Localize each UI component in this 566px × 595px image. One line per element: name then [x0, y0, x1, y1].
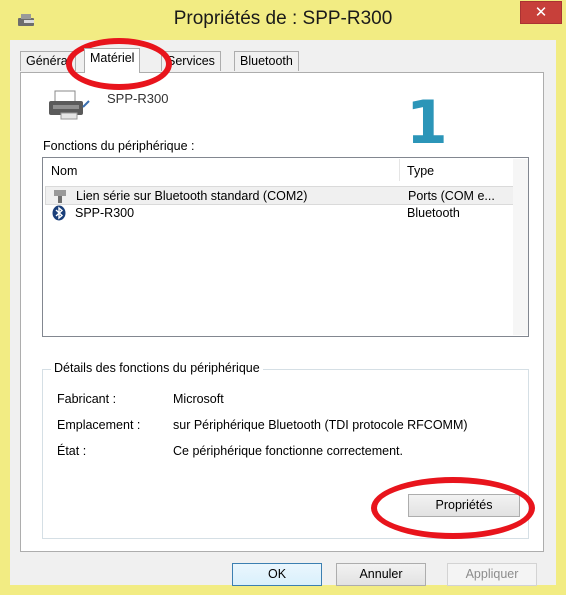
hardware-panel: SPP-R300 1 Fonctions du périphérique : N… — [20, 72, 544, 552]
list-scrollbar[interactable] — [513, 159, 528, 335]
column-header-name[interactable]: Nom — [51, 164, 77, 178]
step-number-annotation: 1 — [406, 88, 448, 158]
status-value: Ce périphérique fonctionne correctement. — [173, 444, 403, 458]
list-item[interactable]: Lien série sur Bluetooth standard (COM2)… — [45, 186, 515, 205]
tab-hardware[interactable]: Matériel — [84, 48, 141, 73]
tab-services[interactable]: Services — [161, 51, 221, 71]
title-bar[interactable]: Propriétés de : SPP-R300 ✕ — [0, 0, 566, 40]
details-legend: Détails des fonctions du périphérique — [51, 361, 263, 375]
list-item-name: SPP-R300 — [75, 206, 135, 220]
bluetooth-icon — [52, 205, 66, 221]
list-item-type: Ports (COM e... — [408, 189, 495, 203]
dialog-client-area: Général Matériel Services Bluetooth SPP-… — [10, 40, 556, 586]
tab-bluetooth[interactable]: Bluetooth — [234, 51, 299, 71]
status-label: État : — [57, 444, 87, 458]
list-item-type: Bluetooth — [407, 206, 460, 220]
functions-label: Fonctions du périphérique : — [43, 139, 195, 153]
close-button[interactable]: ✕ — [520, 1, 562, 24]
list-item-name: Lien série sur Bluetooth standard (COM2) — [76, 189, 308, 203]
serial-port-icon — [54, 190, 66, 203]
cancel-button[interactable]: Annuler — [336, 563, 426, 586]
device-name: SPP-R300 — [107, 91, 169, 106]
column-divider[interactable] — [399, 159, 400, 181]
device-details-group: Détails des fonctions du périphérique Fa… — [42, 361, 529, 539]
properties-window: Propriétés de : SPP-R300 ✕ Général Matér… — [0, 0, 566, 595]
window-title: Propriétés de : SPP-R300 — [173, 8, 393, 29]
properties-button[interactable]: Propriétés — [408, 494, 520, 517]
column-header-type[interactable]: Type — [407, 164, 434, 178]
ok-button[interactable]: OK — [232, 563, 322, 586]
location-label: Emplacement : — [57, 418, 141, 432]
functions-list[interactable]: Nom Type Lien série sur Bluetooth standa… — [42, 157, 529, 337]
location-value: sur Périphérique Bluetooth (TDI protocol… — [173, 418, 468, 432]
manufacturer-label: Fabricant : — [57, 392, 117, 406]
apply-button[interactable]: Appliquer — [447, 563, 537, 586]
tab-general[interactable]: Général — [20, 51, 77, 71]
printer-icon — [49, 90, 90, 120]
manufacturer-value: Microsoft — [173, 392, 224, 406]
list-item[interactable]: SPP-R300 Bluetooth — [45, 204, 515, 223]
